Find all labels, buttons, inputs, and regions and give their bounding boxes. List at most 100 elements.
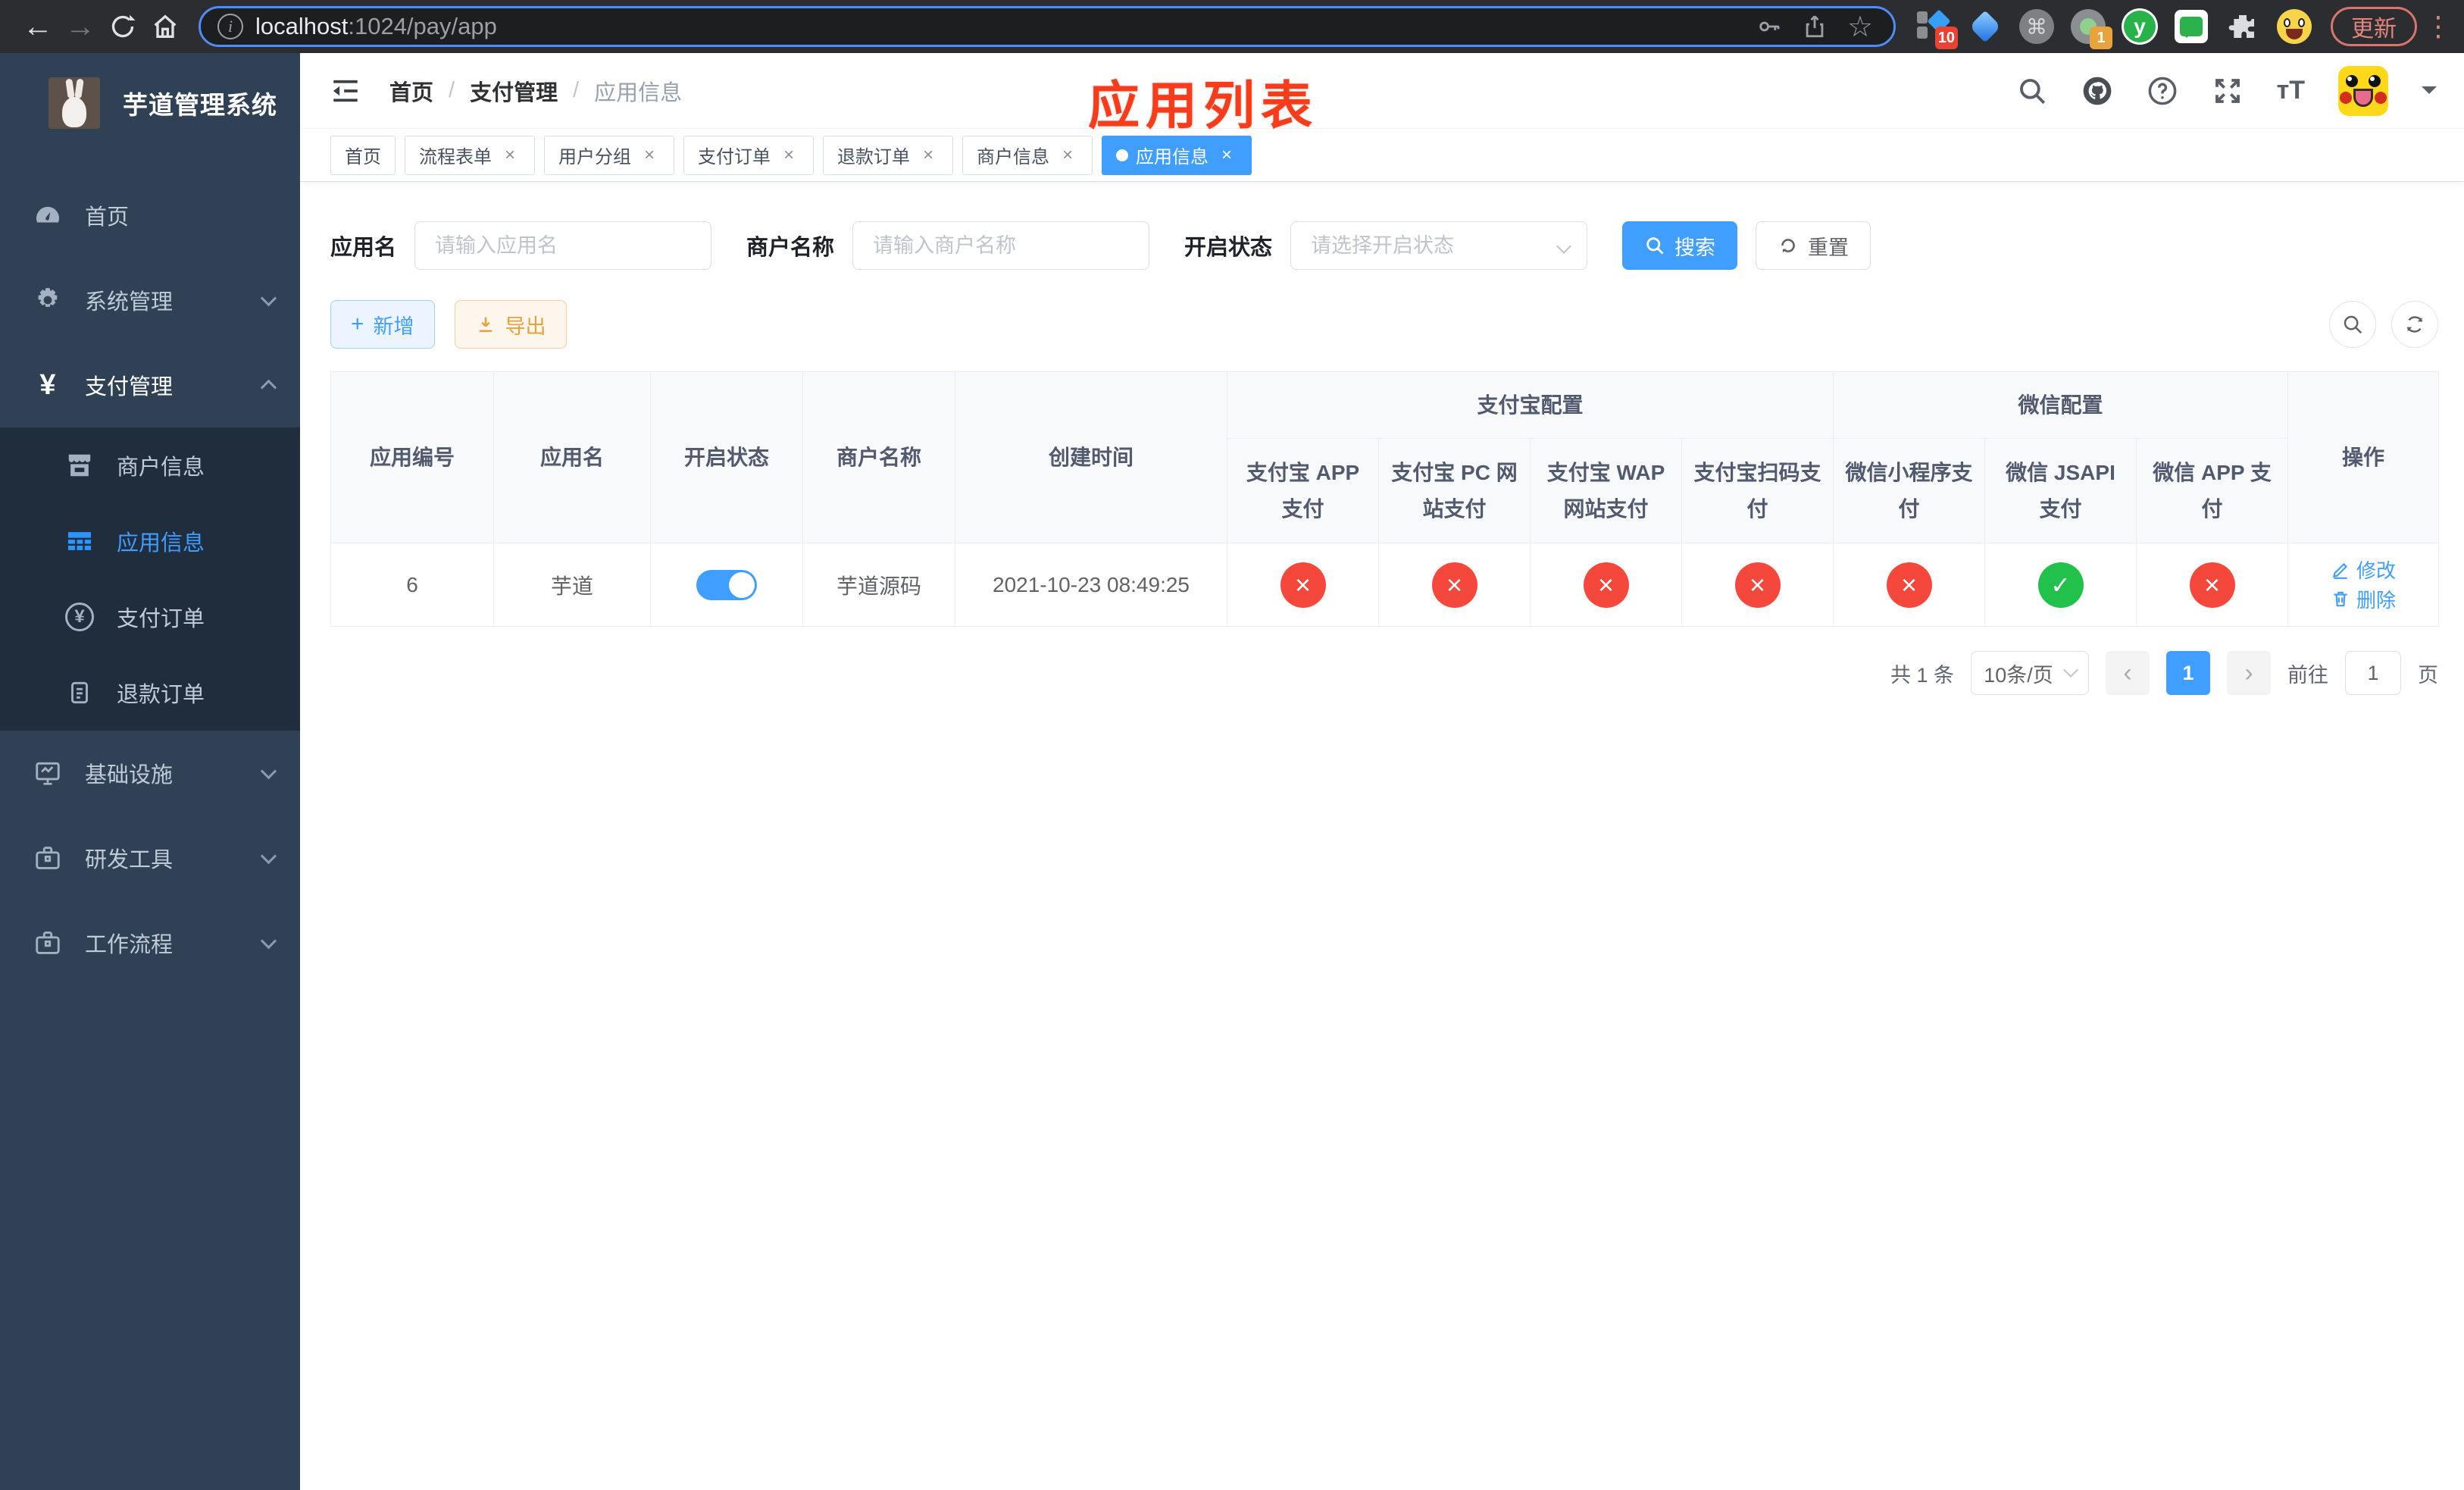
search-icon[interactable] xyxy=(2016,75,2048,107)
sidebar-item-merchant-info[interactable]: 商户信息 xyxy=(0,427,300,503)
sidebar-item-refund-order[interactable]: 退款订单 xyxy=(0,655,300,731)
extensions-puzzle-icon[interactable] xyxy=(2223,7,2262,46)
edit-button[interactable]: 修改 xyxy=(2331,556,2396,584)
add-button[interactable]: 新增 xyxy=(330,300,435,349)
cell-wechat-app xyxy=(2136,543,2289,627)
tab-home[interactable]: 首页 xyxy=(330,135,396,175)
breadcrumb: 首页 / 支付管理 / 应用信息 xyxy=(389,75,682,107)
chrome-update-button[interactable]: 更新 xyxy=(2331,7,2417,46)
sidebar-item-infrastructure[interactable]: 基础设施 xyxy=(0,731,300,815)
extension-kite-icon[interactable] xyxy=(1965,7,2005,46)
col-alipay-app: 支付宝 APP 支付 xyxy=(1227,438,1379,543)
close-icon[interactable] xyxy=(778,145,799,166)
tab-merchant-info[interactable]: 商户信息 xyxy=(962,135,1093,175)
breadcrumb-payment[interactable]: 支付管理 xyxy=(470,75,558,107)
grid-table-icon xyxy=(62,527,97,556)
status-toggle[interactable] xyxy=(696,569,757,600)
close-icon[interactable] xyxy=(1057,145,1078,166)
export-button[interactable]: 导出 xyxy=(454,300,567,349)
chevron-down-icon xyxy=(260,290,277,306)
pagination-total: 共 1 条 xyxy=(1890,663,1954,687)
tab-pay-order[interactable]: 支付订单 xyxy=(683,135,814,175)
avatar-dropdown-caret-icon[interactable] xyxy=(2422,86,2437,102)
fullscreen-icon[interactable] xyxy=(2212,75,2244,107)
breadcrumb-home[interactable]: 首页 xyxy=(389,75,433,107)
close-icon[interactable] xyxy=(499,145,521,166)
browser-menu-icon[interactable] xyxy=(2425,11,2447,42)
refresh-button[interactable] xyxy=(2391,301,2438,348)
browser-forward-icon[interactable] xyxy=(59,5,102,48)
extension-chat-icon[interactable] xyxy=(2172,7,2211,46)
delete-button[interactable]: 删除 xyxy=(2331,585,2396,613)
status-cross-icon xyxy=(1583,562,1629,608)
payment-submenu: 商户信息 应用信息 支付订单 退款订单 xyxy=(0,427,300,731)
close-icon[interactable] xyxy=(639,145,660,166)
prev-page-button[interactable] xyxy=(2106,651,2150,695)
briefcase-icon xyxy=(30,928,65,957)
help-icon[interactable] xyxy=(2147,75,2178,107)
extension-y-icon[interactable] xyxy=(2120,7,2159,46)
plus-icon xyxy=(351,313,364,337)
sidebar-collapse-icon[interactable] xyxy=(327,73,364,109)
app-name-input[interactable] xyxy=(414,221,712,270)
reset-button[interactable]: 重置 xyxy=(1756,221,1871,270)
tab-app-info-active[interactable]: 应用信息 xyxy=(1102,135,1252,175)
tab-process-form[interactable]: 流程表单 xyxy=(405,135,535,175)
status-check-icon xyxy=(2037,562,2084,608)
bookmark-star-icon[interactable] xyxy=(1843,10,1877,43)
browser-back-icon[interactable] xyxy=(17,5,59,48)
next-page-button[interactable] xyxy=(2227,651,2271,695)
browser-home-icon[interactable] xyxy=(144,5,186,48)
sidebar-item-system[interactable]: 系统管理 xyxy=(0,258,300,343)
close-icon[interactable] xyxy=(918,145,939,166)
cell-alipay-app xyxy=(1227,543,1379,627)
app-logo-row[interactable]: 芋道管理系统 xyxy=(0,53,300,153)
address-bar[interactable]: localhost:1024/pay/app xyxy=(199,6,1896,47)
search-button[interactable]: 搜索 xyxy=(1622,221,1738,270)
chevron-up-icon xyxy=(260,379,277,396)
font-size-icon[interactable] xyxy=(2277,76,2305,105)
cell-created: 2021-10-23 08:49:25 xyxy=(955,543,1227,627)
password-key-icon[interactable] xyxy=(1753,10,1786,43)
tab-refund-order[interactable]: 退款订单 xyxy=(823,135,953,175)
page-1-button[interactable]: 1 xyxy=(2166,651,2210,695)
extension-recorder-icon[interactable]: 1 xyxy=(2068,7,2112,49)
sidebar-item-app-info[interactable]: 应用信息 xyxy=(0,503,300,579)
status-cross-icon xyxy=(1280,562,1326,608)
toggle-search-button[interactable] xyxy=(2329,301,2376,348)
chevron-down-icon xyxy=(260,932,277,949)
cell-alipay-pc xyxy=(1378,543,1531,627)
status-label: 开启状态 xyxy=(1184,236,1273,260)
cell-alipay-qr xyxy=(1681,543,1834,627)
profile-avatar-icon[interactable] xyxy=(2275,7,2314,46)
table-row: 6 芋道 芋道源码 2021-10-23 08:49:25 × × × × × … xyxy=(330,543,2440,627)
page-size-select[interactable]: 10条/页 xyxy=(1971,651,2089,695)
top-navbar: 首页 / 支付管理 / 应用信息 应用列表 xyxy=(300,53,2464,135)
merchant-name-input[interactable] xyxy=(852,221,1150,270)
tab-user-group[interactable]: 用户分组 xyxy=(544,135,674,175)
chevron-down-icon xyxy=(260,762,277,779)
sidebar-item-payment[interactable]: 支付管理 xyxy=(0,343,300,427)
sidebar-item-workflow[interactable]: 工作流程 xyxy=(0,900,300,985)
extension-badge: 10 xyxy=(1934,27,1958,49)
extension-tabs-icon[interactable]: 10 xyxy=(1914,7,1958,49)
status-select-input[interactable] xyxy=(1290,221,1588,270)
col-status: 开启状态 xyxy=(650,371,803,543)
browser-reload-icon[interactable] xyxy=(102,5,144,48)
sidebar-item-pay-order[interactable]: 支付订单 xyxy=(0,579,300,655)
user-avatar[interactable] xyxy=(2338,65,2388,116)
close-icon[interactable] xyxy=(1216,145,1237,166)
tags-view-bar: 首页 流程表单 用户分组 支付订单 退款订单 商户信息 应用信息 xyxy=(300,129,2464,182)
col-group-alipay: 支付宝配置 xyxy=(1226,371,1834,439)
status-select[interactable] xyxy=(1290,221,1588,270)
sidebar-item-home[interactable]: 首页 xyxy=(0,173,300,258)
share-icon[interactable] xyxy=(1798,10,1831,43)
github-icon[interactable] xyxy=(2081,75,2113,107)
extension-command-icon[interactable] xyxy=(2017,7,2056,46)
extension-badge: 1 xyxy=(2090,27,2112,49)
page-unit-label: 页 xyxy=(2418,663,2438,687)
site-info-icon[interactable] xyxy=(217,14,243,39)
goto-page-input[interactable] xyxy=(2345,651,2401,695)
sidebar-item-dev-tools[interactable]: 研发工具 xyxy=(0,815,300,900)
col-alipay-qr: 支付宝扫码支付 xyxy=(1681,438,1834,543)
